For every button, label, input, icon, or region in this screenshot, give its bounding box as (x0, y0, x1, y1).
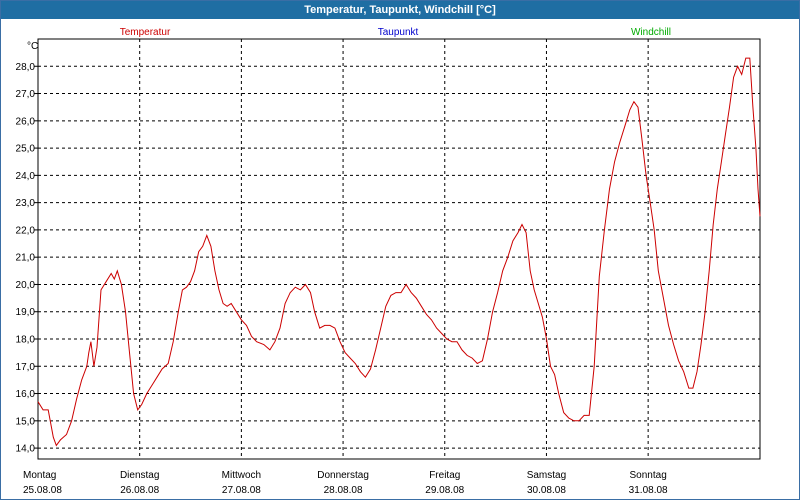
y-tick-label: 16,0 (16, 389, 36, 400)
x-axis: Montag 25.08.08 Dienstag 26.08.08 Mittwoch 27… (23, 470, 668, 496)
legend-item-windchill: Windchill (631, 27, 671, 38)
x-tick-day: Mittwoch (222, 470, 261, 481)
y-tick-label: 22,0 (16, 225, 36, 236)
x-tick-day: Montag (23, 470, 56, 481)
y-axis: 14,0 15,0 16,0 17,0 18,0 19,0 20,0 21,0 22,0 23,0… (16, 62, 38, 455)
series-line-temperatur (37, 57, 761, 447)
x-tick-day: Donnerstag (317, 470, 369, 481)
y-tick-label: 25,0 (16, 144, 36, 155)
chart-window: Temperatur, Taupunkt, Windchill [°C] 14,… (0, 0, 800, 500)
y-tick-label: 14,0 (16, 444, 36, 455)
legend: Temperatur Taupunkt Windchill (120, 27, 671, 38)
x-tick-date: 26.08.08 (120, 485, 159, 496)
y-tick-label: 18,0 (16, 335, 36, 346)
x-tick-date: 28.08.08 (324, 485, 363, 496)
y-tick-label: 24,0 (16, 171, 36, 182)
y-tick-label: 15,0 (16, 416, 36, 427)
x-tick-day: Dienstag (120, 470, 159, 481)
x-tick-day: Samstag (527, 470, 566, 481)
x-tick-day: Freitag (429, 470, 460, 481)
plot-border (37, 38, 761, 460)
chart-canvas: 14,0 15,0 16,0 17,0 18,0 19,0 20,0 21,0 22,0 23,0… (16, 27, 761, 496)
legend-item-taupunkt: Taupunkt (378, 27, 419, 38)
y-tick-label: 20,0 (16, 280, 36, 291)
y-tick-label: 26,0 (16, 116, 36, 127)
x-tick-date: 31.08.08 (629, 485, 668, 496)
y-axis-label: °C (27, 41, 38, 52)
y-tick-label: 27,0 (16, 89, 36, 100)
x-tick-day: Sonntag (630, 470, 667, 481)
y-tick-label: 28,0 (16, 62, 36, 73)
series-group (37, 57, 761, 447)
x-tick-date: 30.08.08 (527, 485, 566, 496)
y-tick-label: 23,0 (16, 198, 36, 209)
x-tick-date: 25.08.08 (23, 485, 62, 496)
grid (38, 39, 760, 459)
y-tick-label: 17,0 (16, 362, 36, 373)
y-tick-label: 19,0 (16, 307, 36, 318)
x-tick-date: 29.08.08 (425, 485, 464, 496)
y-tick-label: 21,0 (16, 253, 36, 264)
legend-item-temperatur: Temperatur (120, 27, 171, 38)
x-tick-date: 27.08.08 (222, 485, 261, 496)
